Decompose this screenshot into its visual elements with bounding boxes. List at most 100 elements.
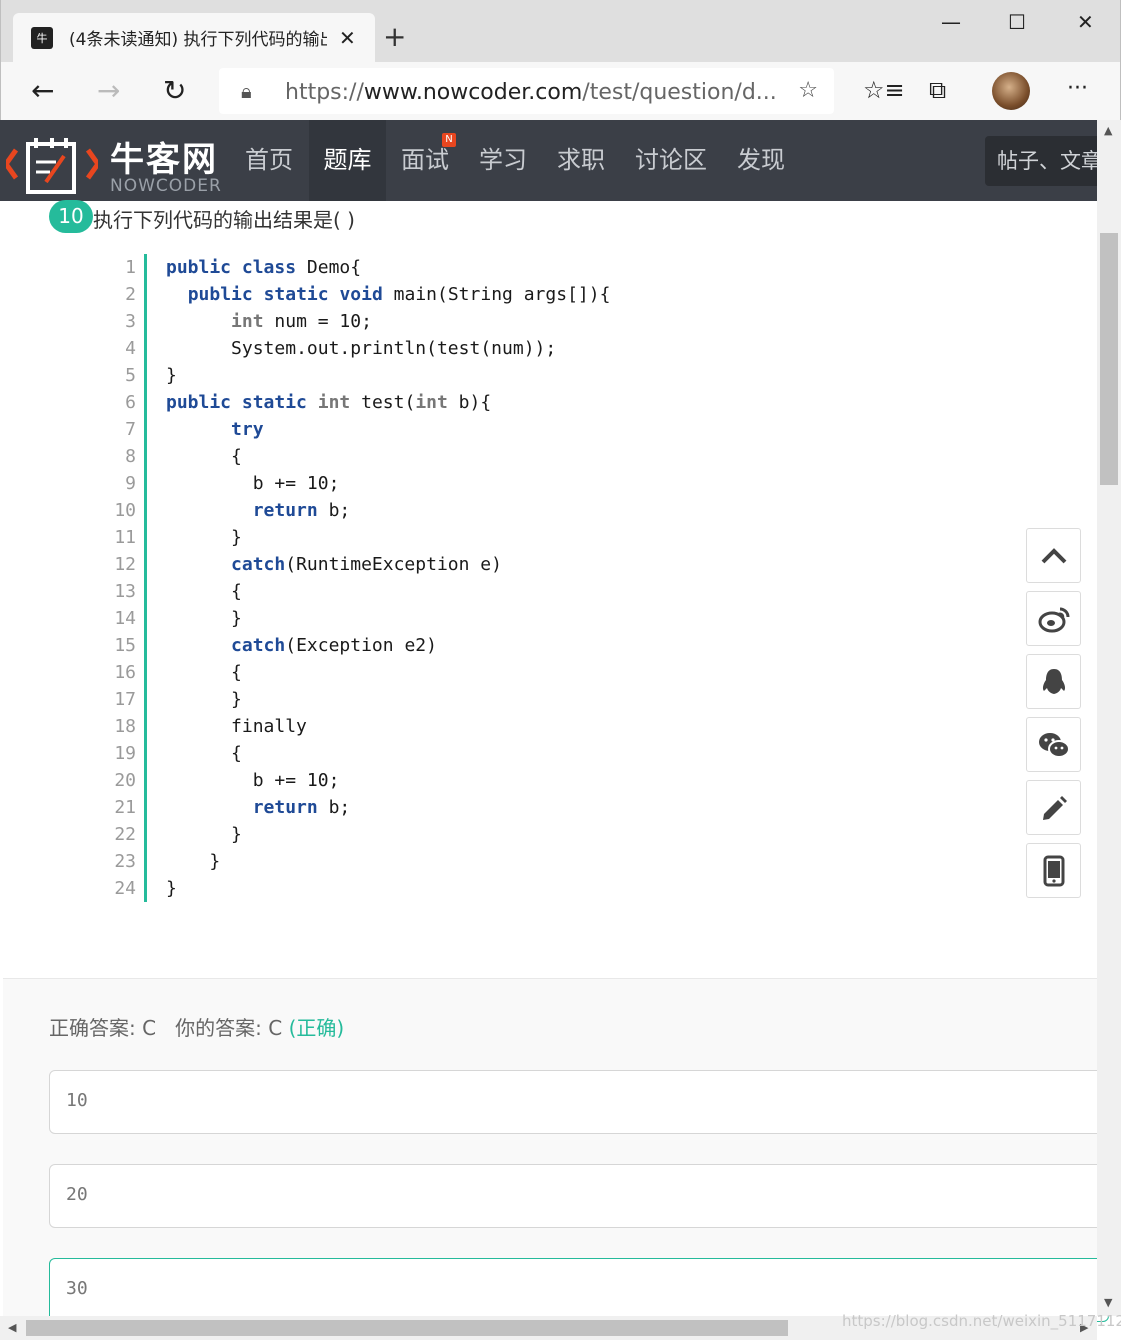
code-text: try	[231, 419, 264, 440]
mobile-view-button[interactable]	[1026, 843, 1081, 898]
code-text: finally	[231, 716, 307, 737]
url-text[interactable]: https://www.nowcoder.com/test/question/d…	[285, 80, 777, 105]
line-number: 1	[125, 257, 136, 278]
code-text: {	[166, 662, 242, 683]
code-text: }	[166, 878, 177, 899]
nav-discuss[interactable]: 讨论区	[626, 120, 716, 201]
horizontal-scroll-thumb[interactable]	[26, 1320, 788, 1336]
weibo-icon	[1038, 607, 1069, 632]
code-line: 12 catch(RuntimeException e)	[100, 551, 1000, 578]
logo-text-cn: 牛客网	[110, 140, 218, 180]
forward-arrow-icon[interactable]: →	[97, 74, 120, 107]
maximize-button[interactable]: ☐	[1008, 10, 1026, 34]
code-line: 21 return b;	[100, 794, 1000, 821]
code-line: 15 catch(Exception e2)	[100, 632, 1000, 659]
line-number: 7	[125, 419, 136, 440]
nowcoder-logo[interactable]: 牛客网 NOWCODER	[2, 132, 226, 198]
nav-jobs[interactable]: 求职	[544, 120, 618, 201]
nowcoder-favicon-icon: 牛	[31, 26, 53, 49]
option-b[interactable]: 20	[49, 1164, 1109, 1228]
scroll-left-arrow-icon[interactable]: ◀	[8, 1321, 16, 1334]
question-title: 执行下列代码的输出结果是( )	[93, 208, 355, 232]
back-arrow-icon[interactable]: ←	[31, 74, 54, 107]
scroll-down-arrow-icon[interactable]: ▼	[1104, 1296, 1112, 1309]
line-number: 2	[125, 284, 136, 305]
code-line: 6 public static int test(int b){	[100, 389, 1000, 416]
code-text: {	[166, 743, 242, 764]
favorite-star-icon[interactable]: ☆	[798, 78, 818, 103]
close-window-button[interactable]: ✕	[1077, 10, 1094, 34]
minimize-button[interactable]: —	[941, 10, 961, 34]
code-line: 22 }	[100, 821, 1000, 848]
code-line: 5}	[100, 362, 1000, 389]
line-number: 4	[125, 338, 136, 359]
line-number: 11	[114, 527, 136, 548]
site-search-input[interactable]: 帖子、文章	[985, 136, 1097, 186]
share-wechat-button[interactable]	[1026, 717, 1081, 772]
wechat-icon	[1038, 732, 1070, 758]
option-a[interactable]: 10	[49, 1070, 1109, 1134]
line-number: 5	[125, 365, 136, 386]
code-line: 2 public static void main(String args[])…	[100, 281, 1000, 308]
code-line: 7 try	[100, 416, 1000, 443]
tab-close-icon[interactable]: ✕	[339, 26, 356, 50]
line-number: 8	[125, 446, 136, 467]
line-number: 15	[114, 635, 136, 656]
profile-avatar[interactable]	[992, 72, 1030, 110]
line-number: 24	[114, 878, 136, 899]
nav-home[interactable]: 首页	[232, 120, 306, 201]
vertical-scroll-thumb[interactable]	[1100, 233, 1118, 485]
nav-discover[interactable]: 发现	[724, 120, 798, 201]
line-number: 21	[114, 797, 136, 818]
line-number: 6	[125, 392, 136, 413]
question-number-badge: 10	[49, 200, 93, 233]
code-text: }	[166, 365, 177, 386]
tab-title: (4条未读通知) 执行下列代码的输出	[69, 30, 327, 50]
code-text: {	[166, 581, 242, 602]
browser-tab[interactable]: 牛 (4条未读通知) 执行下列代码的输出 ✕	[13, 13, 375, 62]
code-text: int num = 10;	[231, 311, 372, 332]
code-line: 16 {	[100, 659, 1000, 686]
logo-mark-icon	[2, 132, 102, 198]
code-text: public static int test(int b){	[166, 392, 492, 413]
code-text: }	[166, 851, 221, 872]
option-text: 10	[66, 1090, 88, 1111]
logo-text-en: NOWCODER	[110, 176, 222, 196]
nav-question-bank[interactable]: 题库	[309, 120, 386, 201]
code-text: public class Demo{	[166, 257, 362, 278]
code-line: 23 }	[100, 848, 1000, 875]
code-block: 1 public class Demo{ 2 public static void …	[100, 254, 1000, 902]
line-number: 9	[125, 473, 136, 494]
site-header: 牛客网 NOWCODER 首页 题库 面试 学习 求职 讨论区 发现	[0, 120, 1097, 201]
share-weibo-button[interactable]	[1026, 591, 1081, 646]
collections-icon[interactable]: ⧉	[929, 76, 946, 104]
line-number: 22	[114, 824, 136, 845]
code-line: 10 return b;	[100, 497, 1000, 524]
code-text: }	[166, 608, 242, 629]
favorites-list-icon[interactable]: ☆≡	[863, 76, 905, 104]
qq-penguin-icon	[1042, 668, 1065, 694]
code-line: 1 public class Demo{	[100, 254, 1000, 281]
refresh-icon[interactable]: ↻	[163, 74, 186, 107]
answer-summary: 正确答案: C 你的答案: C (正确)	[49, 1012, 344, 1041]
code-line: 18 finally	[100, 713, 1000, 740]
code-text: {	[166, 446, 242, 467]
url-host: www.nowcoder.com	[363, 80, 583, 105]
option-text: 20	[66, 1184, 88, 1205]
line-number: 19	[114, 743, 136, 764]
line-number: 18	[114, 716, 136, 737]
new-tab-button[interactable]: +	[383, 20, 406, 53]
code-text: return b;	[252, 797, 351, 818]
code-line: 8 {	[100, 443, 1000, 470]
back-to-top-button[interactable]	[1026, 528, 1081, 583]
edit-button[interactable]	[1026, 780, 1081, 835]
line-number: 17	[114, 689, 136, 710]
share-qq-button[interactable]	[1026, 654, 1081, 709]
more-menu-icon[interactable]: ···	[1067, 76, 1088, 101]
nav-learn[interactable]: 学习	[466, 120, 540, 201]
address-bar[interactable]: 🔒︎ https://www.nowcoder.com/test/questio…	[219, 68, 834, 114]
browser-toolbar: ← → ↻ 🔒︎ https://www.nowcoder.com/test/q…	[0, 62, 1121, 120]
scroll-up-arrow-icon[interactable]: ▲	[1104, 124, 1112, 137]
code-line: 20 b += 10;	[100, 767, 1000, 794]
code-line: 17 }	[100, 686, 1000, 713]
